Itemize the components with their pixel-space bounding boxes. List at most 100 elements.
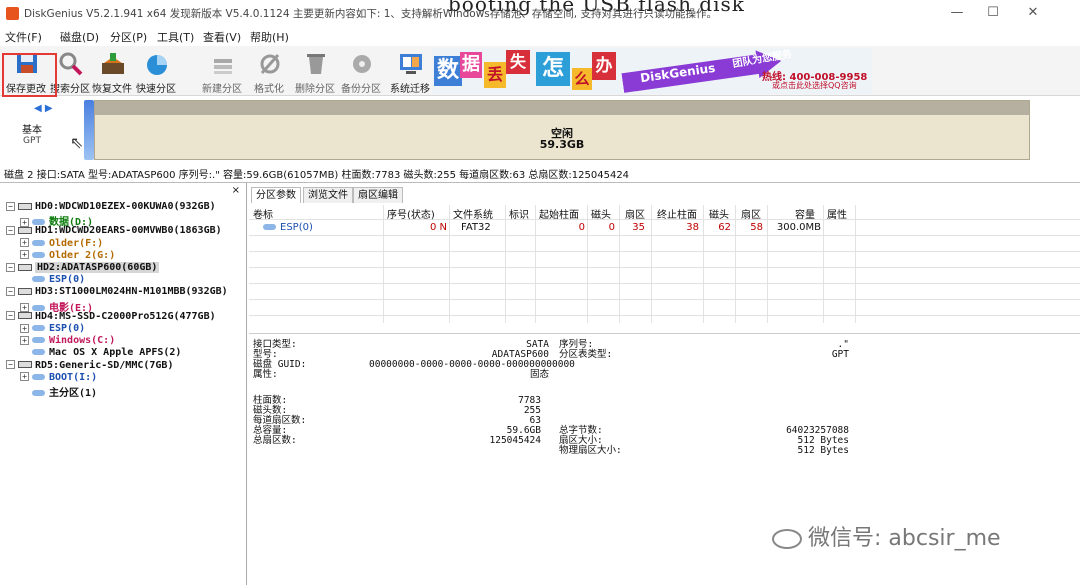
expand-icon[interactable]: +	[20, 323, 29, 333]
cell-start-head: 0	[608, 222, 615, 233]
tree-partition-item[interactable]: + ESP(0)	[20, 323, 85, 334]
format-icon	[260, 54, 280, 74]
ad-tile: 丢	[484, 62, 506, 88]
close-button[interactable]: ✕	[1018, 4, 1048, 22]
hard-disk-icon	[18, 361, 32, 369]
cell-volume-label: ESP(0)	[280, 222, 313, 233]
ad-tile: 数	[434, 56, 462, 86]
free-space-bar[interactable]: 空闲 59.3GB	[94, 100, 1030, 160]
format-button[interactable]: 格式化	[254, 48, 284, 95]
expand-icon[interactable]: +	[20, 372, 29, 382]
cell-end-sector: 58	[750, 222, 763, 233]
details-values-2: 7783 255 63 59.6GB 125045424	[489, 395, 541, 446]
toolbar-label: 恢复文件	[92, 84, 132, 95]
tree-item-label: HD2:ADATASP600(60GB)	[35, 262, 160, 273]
collapse-icon[interactable]: −	[6, 225, 15, 235]
details-mid-labels-1: 序列号: 分区表类型:	[559, 339, 613, 360]
cell-filesystem: FAT32	[461, 222, 491, 233]
collapse-icon[interactable]: −	[6, 286, 15, 296]
menu-tools[interactable]: 工具(T)	[157, 29, 194, 45]
toolbar-label: 新建分区	[202, 84, 242, 95]
col-header: 起始柱面	[539, 210, 579, 221]
tree-partition-item[interactable]: ESP(0)	[20, 274, 85, 285]
tab-browse-files[interactable]: 浏览文件	[303, 187, 353, 203]
system-migration-icon	[400, 54, 422, 74]
tree-item-label: BOOT(I:)	[49, 371, 98, 383]
expand-icon[interactable]: +	[20, 250, 29, 260]
volume-icon	[32, 349, 45, 356]
tree-close-button[interactable]: ×	[232, 185, 240, 196]
tree-item-label: HD3:ST1000LM024HN-M101MBB(932GB)	[35, 286, 228, 298]
tree-partition-item[interactable]: + BOOT(I:)	[20, 372, 97, 383]
col-header: 磁头	[709, 210, 729, 221]
col-header: 容量	[795, 210, 815, 221]
tree-partition-item[interactable]: 主分区(1)	[20, 384, 97, 399]
column-divider	[855, 205, 856, 323]
tree-partition-item[interactable]: + Windows(C:)	[20, 335, 115, 346]
disk-nav-arrows[interactable]: ◀ ▶	[34, 103, 53, 114]
column-divider	[651, 205, 652, 323]
tree-disk-item[interactable]: − HD1:WDCWD20EARS-00MVWB0(1863GB)	[6, 225, 222, 236]
hard-disk-icon	[18, 312, 32, 320]
table-row	[249, 269, 1080, 284]
menu-view[interactable]: 查看(V)	[203, 29, 241, 45]
ad-tile: 么	[572, 68, 592, 90]
menu-file[interactable]: 文件(F)	[5, 29, 42, 45]
volume-icon	[32, 239, 45, 246]
minimize-button[interactable]: —	[942, 4, 972, 22]
free-space-bar-header	[95, 101, 1029, 115]
tree-disk-item[interactable]: − RD5:Generic-SD/MMC(7GB)	[6, 360, 173, 371]
cell-capacity: 300.0MB	[776, 222, 821, 233]
expand-icon[interactable]: +	[20, 238, 29, 248]
ad-qq-link[interactable]: 或点击此处选择QQ咨询	[772, 80, 857, 91]
tree-disk-item[interactable]: − HD2:ADATASP600(60GB)	[6, 262, 160, 273]
recover-file-button[interactable]: 恢复文件	[92, 48, 132, 95]
delete-partition-button[interactable]: 删除分区	[295, 48, 335, 95]
hard-disk-icon	[18, 263, 32, 271]
menu-partition[interactable]: 分区(P)	[110, 29, 147, 45]
tree-item-label: 主分区(1)	[49, 388, 98, 399]
disk-selection-strip[interactable]	[84, 100, 94, 160]
menu-disk[interactable]: 磁盘(D)	[60, 29, 99, 45]
new-partition-icon	[214, 59, 232, 74]
table-header-row: 卷标 序号(状态) 文件系统 标识 起始柱面 磁头 扇区 终止柱面 磁头 扇区 …	[249, 205, 1080, 221]
menu-help[interactable]: 帮助(H)	[250, 29, 289, 45]
column-divider	[767, 205, 768, 323]
disk-kind: 基本 GPT	[22, 125, 42, 147]
search-partition-button[interactable]: 搜索分区	[50, 48, 90, 95]
quick-partition-button[interactable]: 快速分区	[136, 48, 176, 95]
watermark-text: 微信号: abcsir_me	[808, 526, 1001, 551]
collapse-icon[interactable]: −	[6, 360, 15, 370]
tree-item-label: Mac OS X Apple APFS(2)	[49, 347, 182, 359]
column-divider	[587, 205, 588, 323]
tree-disk-item[interactable]: − HD3:ST1000LM024HN-M101MBB(932GB)	[6, 286, 228, 297]
system-migration-button[interactable]: 系统迁移	[390, 48, 430, 95]
tree-partition-item[interactable]: + Older(F:)	[20, 238, 103, 249]
tab-partition-params[interactable]: 分区参数	[251, 187, 301, 203]
highlight-box	[2, 53, 57, 97]
collapse-icon[interactable]: −	[6, 311, 15, 321]
collapse-icon[interactable]: −	[6, 262, 15, 272]
free-space-size: 59.3GB	[539, 138, 585, 151]
col-header: 属性	[827, 210, 847, 221]
column-divider	[703, 205, 704, 323]
tree-disk-item[interactable]: − HD0:WDCWD10EZEX-00KUWA0(932GB)	[6, 201, 216, 212]
table-row	[249, 237, 1080, 252]
toolbar-label: 删除分区	[295, 84, 335, 95]
tree-partition-item[interactable]: + Older 2(G:)	[20, 250, 115, 261]
column-divider	[383, 205, 384, 323]
maximize-button[interactable]: ☐	[978, 4, 1008, 22]
hard-disk-icon	[18, 226, 32, 234]
backup-partition-button[interactable]: 备份分区	[341, 48, 381, 95]
table-row[interactable]: ESP(0) 0 N FAT32 0 0 35 38 62 58 300.0MB	[249, 221, 1080, 236]
new-partition-button[interactable]: 新建分区	[202, 48, 242, 95]
tree-disk-item[interactable]: − HD4:MS-SSD-C2000Pro512G(477GB)	[6, 311, 216, 322]
ad-banner[interactable]: 数 据 丢 失 怎 么 办 DiskGenius 团队为您服务 热线: 400-…	[432, 48, 872, 94]
expand-icon[interactable]: +	[20, 335, 29, 345]
tab-sector-edit[interactable]: 扇区编辑	[353, 187, 403, 203]
tree-item-label: Older 2(G:)	[49, 249, 116, 261]
cell-end-head: 62	[718, 222, 731, 233]
tree-partition-item[interactable]: Mac OS X Apple APFS(2)	[20, 347, 181, 358]
collapse-icon[interactable]: −	[6, 201, 15, 211]
quick-partition-icon	[147, 55, 167, 75]
